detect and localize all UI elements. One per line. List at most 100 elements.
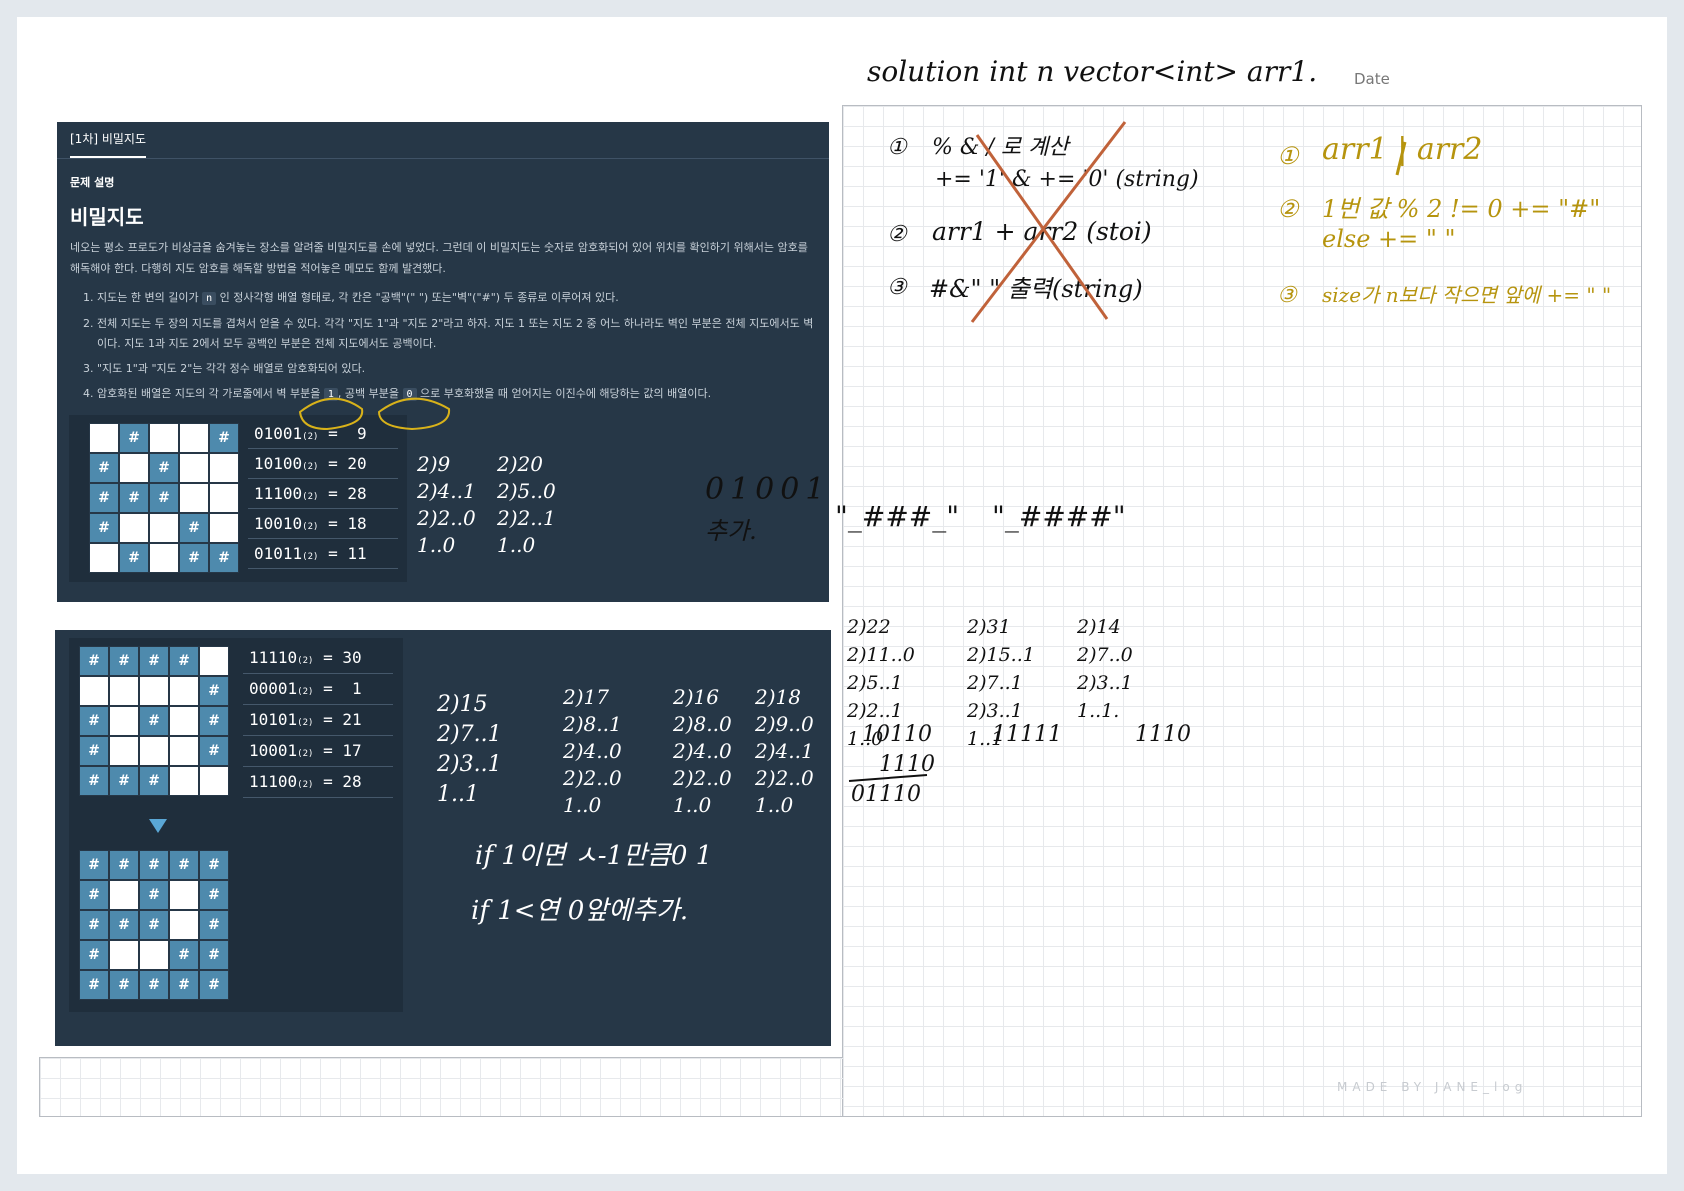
wall-cell: #: [79, 646, 109, 676]
equation-divider: [248, 478, 398, 479]
empty-cell: [139, 676, 169, 706]
map2-example: # # # # # # # # # # # # # 11110(2) = 30 00001(2) = 11…: [69, 638, 403, 1012]
grid-paper-bottom: [39, 1057, 843, 1117]
rule-item: 2. 전체 지도는 두 장의 지도를 겹쳐서 얻을 수 있다. 각각 "지도 1…: [83, 317, 814, 350]
wall-cell: #: [179, 543, 209, 573]
empty-cell: [119, 513, 149, 543]
wall-cell: #: [109, 646, 139, 676]
plan3-line: #&" " 출력(string): [929, 275, 1143, 303]
wall-cell: #: [89, 513, 119, 543]
binary-equation: 01001(2) = 9: [254, 424, 367, 443]
empty-cell: [179, 453, 209, 483]
empty-cell: [89, 543, 119, 573]
wall-cell: #: [149, 483, 179, 513]
side-note-bin: 01001: [705, 472, 831, 507]
date-label: Date: [1354, 70, 1390, 88]
empty-cell: [139, 736, 169, 766]
wall-cell: #: [139, 766, 169, 796]
wall-cell: #: [199, 880, 229, 910]
wall-cell: #: [199, 910, 229, 940]
empty-cell: [199, 766, 229, 796]
div-20: 2)20 2)5..0 2)2..1 1..0: [497, 452, 556, 557]
wall-cell: #: [139, 646, 169, 676]
equation-divider: [248, 448, 398, 449]
note-header: solution int n vector<int> arr1.: [867, 55, 1318, 88]
empty-cell: [149, 543, 179, 573]
code-1: 1: [323, 388, 338, 401]
string-a: "_###_": [835, 500, 960, 533]
grid-paper-right: [842, 105, 1642, 1117]
wall-cell: #: [149, 453, 179, 483]
wall-cell: #: [79, 940, 109, 970]
wall-cell: #: [199, 706, 229, 736]
empty-cell: [149, 423, 179, 453]
empty-cell: [169, 706, 199, 736]
problem-rules: 1. 지도는 한 변의 길이가 n 인 정사각형 배열 형태로, 각 칸은 "공…: [83, 288, 823, 410]
equation-divider: [243, 673, 393, 674]
empty-cell: [139, 940, 169, 970]
footer-credit: MADE BY JANE_log: [1337, 1080, 1528, 1094]
wall-cell: #: [89, 453, 119, 483]
example-panel: # # # # # # # # # # # # # 11110(2) = 30 00001(2) = 11…: [55, 630, 831, 1046]
plan2-num: ②: [887, 222, 907, 247]
equation-divider: [243, 797, 393, 798]
empty-cell: [209, 483, 239, 513]
gold2-line2: else += " ": [1322, 225, 1456, 253]
empty-cell: [199, 646, 229, 676]
problem-tab[interactable]: [1차] 비밀지도: [70, 130, 146, 147]
wall-cell: #: [109, 910, 139, 940]
result-3: 1110: [1135, 722, 1191, 747]
equation-divider: [248, 568, 398, 569]
down-arrow-icon: [149, 819, 167, 833]
div-31: 2)31 2)15..1 2)7..1 2)3..1 1..1: [967, 616, 1035, 750]
code-n: n: [202, 292, 217, 305]
empty-cell: [169, 736, 199, 766]
tab-divider: [57, 158, 829, 159]
equation-divider: [243, 766, 393, 767]
equation-divider: [248, 538, 398, 539]
wall-cell: #: [139, 706, 169, 736]
gold3-num: ③: [1277, 283, 1297, 308]
sum-result: 01110: [851, 782, 921, 807]
wall-cell: #: [109, 970, 139, 1000]
result-1: 10110: [862, 722, 932, 747]
binary-equation: 00001(2) = 1: [249, 679, 362, 698]
div-14: 2)14 2)7..0 2)3..1 1..1.: [1077, 616, 1133, 722]
empty-cell: [79, 676, 109, 706]
wall-cell: #: [199, 676, 229, 706]
plan2-line: arr1 + arr2 (stoi): [932, 217, 1152, 246]
problem-description: 네오는 평소 프로도가 비상금을 숨겨놓는 장소를 알려줄 비밀지도를 손에 넣…: [70, 241, 808, 275]
wall-cell: #: [169, 850, 199, 880]
equation-divider: [243, 704, 393, 705]
wall-cell: #: [119, 483, 149, 513]
empty-cell: [109, 706, 139, 736]
div-18: 2)18 2)9..0 2)4..1 2)2..0 1..0: [755, 685, 814, 817]
plan1-line2: += '1' & += '0' (string): [935, 167, 1199, 192]
rule-item: 3. "지도 1"과 "지도 2"는 각각 정수 배열로 암호화되어 있다.: [83, 362, 366, 375]
wall-cell: #: [79, 736, 109, 766]
gold1: arr1 | arr2: [1322, 132, 1483, 167]
wall-cell: #: [199, 940, 229, 970]
wall-cell: #: [209, 423, 239, 453]
note-page: solution int n vector<int> arr1. Date [1…: [17, 17, 1667, 1174]
wall-cell: #: [139, 970, 169, 1000]
empty-cell: [109, 736, 139, 766]
gold2-num: ②: [1277, 195, 1299, 223]
wall-cell: #: [79, 970, 109, 1000]
wall-cell: #: [109, 766, 139, 796]
wall-cell: #: [199, 850, 229, 880]
wall-cell: #: [209, 543, 239, 573]
binary-equation: 11100(2) = 28: [254, 484, 367, 503]
sum-line: 1110: [879, 752, 935, 777]
equation-divider: [248, 508, 398, 509]
wall-cell: #: [139, 850, 169, 880]
binary-equation: 11110(2) = 30: [249, 648, 362, 667]
map1-example: # # # # # # # # # # # # 01001(2) = 9 10100(2) = 20 11…: [69, 415, 407, 582]
empty-cell: [109, 676, 139, 706]
code-0: 0: [402, 388, 417, 401]
section-label: 문제 설명: [70, 176, 115, 189]
if-line-2: if 1<연 0앞에추가.: [471, 896, 689, 926]
wall-cell: #: [139, 880, 169, 910]
binary-equation: 10001(2) = 17: [249, 741, 362, 760]
empty-cell: [179, 423, 209, 453]
